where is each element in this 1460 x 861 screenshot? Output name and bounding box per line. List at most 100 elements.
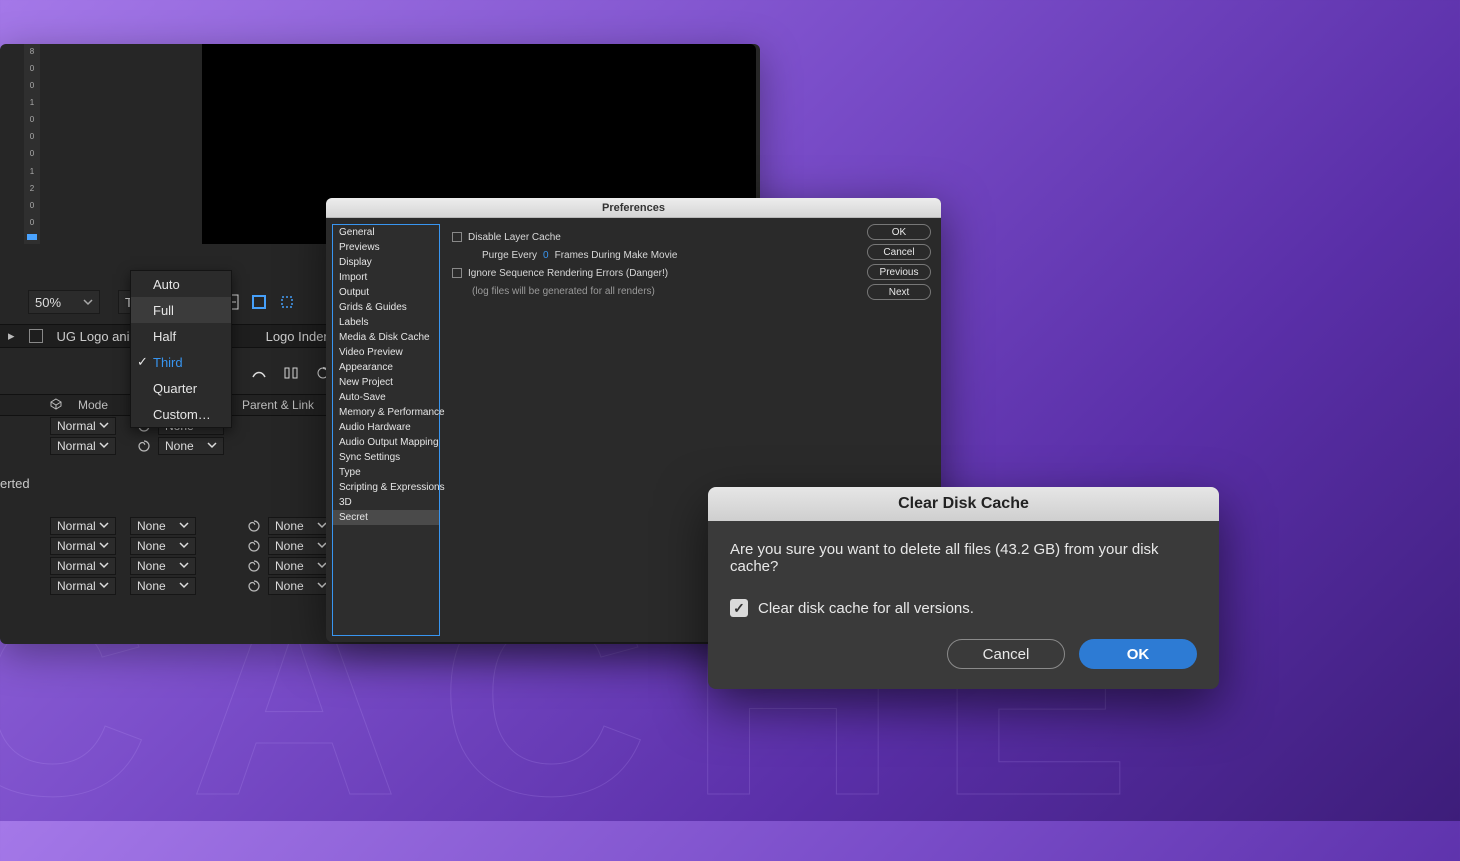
cube-3d-icon[interactable] [44,398,62,413]
quality-option-third[interactable]: ✓ Third [131,349,231,375]
clear-cache-title: Clear Disk Cache [898,495,1029,513]
check-icon: ✓ [137,354,148,370]
clear-disk-cache-dialog: Clear Disk Cache Are you sure you want t… [708,487,1219,689]
pref-ok-button[interactable]: OK [867,224,931,240]
ruler-tick: 0 [30,150,34,158]
track-matte-dropdown[interactable]: None [130,557,196,575]
pref-previous-button[interactable]: Previous [867,264,931,280]
blend-mode-dropdown[interactable]: Normal [50,417,116,435]
zoom-dropdown[interactable]: 50% [28,290,100,314]
track-matte-dropdown-value: None [137,539,166,553]
pref-category-scripting-expressions[interactable]: Scripting & Expressions [333,480,439,495]
pref-category-video-preview[interactable]: Video Preview [333,345,439,360]
blend-mode-dropdown[interactable]: Normal [50,577,116,595]
col-parent: Parent & Link [242,398,314,412]
pref-category-type[interactable]: Type [333,465,439,480]
preferences-buttons: OK Cancel Previous Next [867,224,931,300]
pref-category-labels[interactable]: Labels [333,315,439,330]
ruler-tick: 2 [30,185,34,193]
pref-category-auto-save[interactable]: Auto-Save [333,390,439,405]
clear-cache-checkbox-label: Clear disk cache for all versions. [758,600,974,617]
clear-cache-message: Are you sure you want to delete all file… [730,541,1197,575]
pickwhip-icon[interactable] [246,558,262,574]
vertical-ruler: 80010001200 [24,44,40,244]
ruler-tick: 8 [30,48,34,56]
pickwhip-icon[interactable] [246,518,262,534]
track-matte-dropdown-value: None [137,519,166,533]
pref-category-grids-guides[interactable]: Grids & Guides [333,300,439,315]
parent-link-dropdown[interactable]: None [268,557,334,575]
chevron-down-icon [99,579,109,593]
purge-every-value[interactable]: 0 [543,250,549,261]
quality-option-label: Half [153,329,176,344]
quality-option-full[interactable]: Full [131,297,231,323]
ignore-seq-errors-checkbox[interactable] [452,268,462,278]
chevron-down-icon [83,295,93,310]
region-of-interest-icon[interactable] [276,291,298,313]
pref-category-secret[interactable]: Secret [333,510,439,525]
parent-link-dropdown[interactable]: None [268,517,334,535]
chevron-down-icon [99,539,109,553]
pickwhip-icon[interactable] [246,578,262,594]
chevron-down-icon [99,559,109,573]
blend-mode-dropdown-value: Normal [57,439,96,453]
chevron-down-icon [207,439,217,453]
pickwhip-icon[interactable] [136,438,152,454]
quality-option-custom[interactable]: Custom… [131,401,231,427]
tab-reveal-icon[interactable]: ▸ [8,328,15,344]
ruler-marker [27,234,37,240]
ruler-tick: 1 [30,99,34,107]
cancel-button[interactable]: Cancel [947,639,1065,669]
pref-category-output[interactable]: Output [333,285,439,300]
pref-category-audio-output-mapping[interactable]: Audio Output Mapping [333,435,439,450]
blend-mode-dropdown-value: Normal [57,539,96,553]
pickwhip-icon[interactable] [246,538,262,554]
quality-option-quarter[interactable]: Quarter [131,375,231,401]
track-matte-dropdown[interactable]: None [130,537,196,555]
shy-icon[interactable] [248,362,270,384]
quality-option-auto[interactable]: Auto [131,271,231,297]
pref-category-appearance[interactable]: Appearance [333,360,439,375]
pref-category-new-project[interactable]: New Project [333,375,439,390]
chevron-down-icon [99,519,109,533]
pref-category-memory-performance[interactable]: Memory & Performance [333,405,439,420]
chevron-down-icon [99,419,109,433]
ok-button[interactable]: OK [1079,639,1197,669]
parent-link-dropdown[interactable]: None [268,537,334,555]
pref-category-display[interactable]: Display [333,255,439,270]
chevron-down-icon [179,579,189,593]
ruler-tick: 0 [30,65,34,73]
pref-category-general[interactable]: General [333,225,439,240]
track-matte-dropdown[interactable]: None [130,577,196,595]
parent-link-dropdown[interactable]: None [158,437,224,455]
clear-cache-all-versions-checkbox[interactable]: ✓ [730,599,748,617]
chevron-down-icon [179,559,189,573]
pref-category-media-disk-cache[interactable]: Media & Disk Cache [333,330,439,345]
disable-layer-cache-label: Disable Layer Cache [468,232,561,243]
pref-category-audio-hardware[interactable]: Audio Hardware [333,420,439,435]
blend-mode-dropdown[interactable]: Normal [50,517,116,535]
preferences-sidebar: GeneralPreviewsDisplayImportOutputGrids … [332,224,440,636]
blend-mode-dropdown[interactable]: Normal [50,437,116,455]
disable-layer-cache-checkbox[interactable] [452,232,462,242]
preferences-titlebar: Preferences [326,198,941,218]
blend-mode-dropdown[interactable]: Normal [50,537,116,555]
track-matte-dropdown-value: None [137,559,166,573]
quality-option-half[interactable]: Half [131,323,231,349]
composition-color-swatch[interactable] [29,329,43,343]
blend-mode-dropdown[interactable]: Normal [50,557,116,575]
pref-category-import[interactable]: Import [333,270,439,285]
ruler-tick: 0 [30,202,34,210]
pref-next-button[interactable]: Next [867,284,931,300]
frame-blend-icon[interactable] [280,362,302,384]
blend-mode-dropdown-value: Normal [57,419,96,433]
track-matte-dropdown[interactable]: None [130,517,196,535]
preferences-note: (log files will be generated for all ren… [472,286,655,297]
parent-link-dropdown[interactable]: None [268,577,334,595]
pref-category-sync-settings[interactable]: Sync Settings [333,450,439,465]
pref-category-previews[interactable]: Previews [333,240,439,255]
quality-option-label: Third [153,355,183,370]
pref-category-3d[interactable]: 3D [333,495,439,510]
mask-visibility-icon[interactable] [248,291,270,313]
pref-cancel-button[interactable]: Cancel [867,244,931,260]
